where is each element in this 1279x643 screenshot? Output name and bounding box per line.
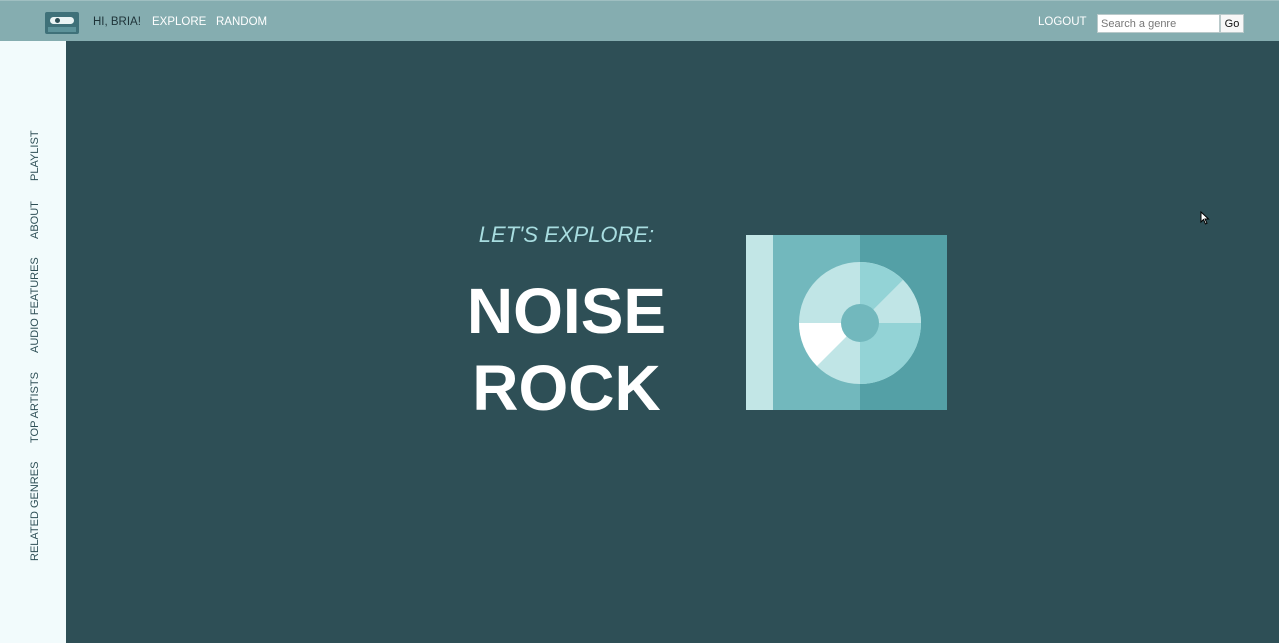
sidebar-item-about[interactable]: ABOUT [29, 201, 41, 239]
sidebar-item-audio-features[interactable]: AUDIO FEATURES [29, 257, 41, 353]
sidebar-item-top-artists[interactable]: TOP ARTISTS [29, 372, 41, 443]
mouse-pointer-icon [1200, 211, 1210, 225]
nav-explore-link[interactable]: EXPLORE [152, 16, 206, 28]
sidebar-item-playlist[interactable]: PLAYLIST [29, 130, 41, 181]
user-greeting: HI, BRIA! [93, 16, 141, 28]
sidebar-item-related-genres[interactable]: RELATED GENRES [29, 462, 41, 561]
nav-random-link[interactable]: RANDOM [216, 16, 267, 28]
cd-case-icon [746, 235, 947, 410]
genre-search-input[interactable] [1097, 14, 1220, 33]
sidebar: PLAYLIST ABOUT AUDIO FEATURES TOP ARTIST… [0, 41, 66, 643]
main-content: LET'S EXPLORE: NOISE ROCK [66, 41, 1279, 643]
logout-link[interactable]: LOGOUT [1038, 16, 1087, 28]
top-nav-bar: HI, BRIA! EXPLORE RANDOM LOGOUT Go [0, 0, 1279, 41]
search-go-button[interactable]: Go [1220, 14, 1244, 33]
cassette-icon[interactable] [45, 12, 79, 34]
